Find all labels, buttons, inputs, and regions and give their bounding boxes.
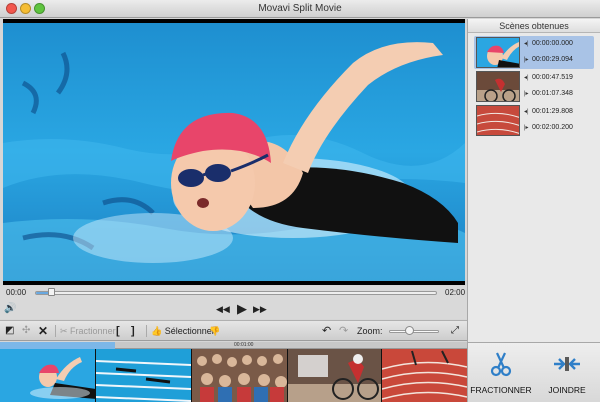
window-title: Movavi Split Movie xyxy=(258,3,342,14)
filmstrip-ruler: 00:01:00 xyxy=(0,342,467,349)
zoom-slider-knob[interactable] xyxy=(405,326,414,335)
edit-icon[interactable]: ◩ xyxy=(5,324,14,338)
scene-start-icon: ◂| xyxy=(524,109,529,115)
mark-out-icon[interactable]: ] xyxy=(131,324,135,338)
title-bar: Movavi Split Movie xyxy=(0,0,600,18)
redo-icon[interactable]: ↷ xyxy=(339,324,348,338)
scenes-panel-header: Scènes obtenues xyxy=(468,19,600,33)
scene-item[interactable]: ◂| 00:00:00.000 |▸ 00:00:29.094 xyxy=(474,36,594,69)
delete-icon[interactable]: ✕ xyxy=(38,324,48,338)
fast-forward-icon[interactable]: ▶▶ xyxy=(253,304,267,315)
split-button-label: Fractionner xyxy=(70,326,116,336)
scissors-icon xyxy=(490,352,512,377)
filmstrip-frame xyxy=(288,349,382,402)
edit-toolbar: ◩ ✣ ✕ ✂ Fractionner [ ] 👍 Sélectionner 👎… xyxy=(0,320,467,341)
ruler-time: 00:01:00 xyxy=(234,342,254,348)
filmstrip-frame xyxy=(382,349,467,402)
separator xyxy=(55,325,56,337)
scenes-panel: Scènes obtenues ◂| 00:00:00.000 |▸ 00:00:2… xyxy=(467,19,600,342)
separator xyxy=(146,325,147,337)
scene-end-time: 00:02:00.200 xyxy=(532,124,573,131)
undo-icon[interactable]: ↶ xyxy=(322,324,331,338)
scene-thumbnail xyxy=(476,71,520,102)
fit-icon[interactable]: ⤢ xyxy=(451,324,459,338)
join-action-label: JOINDRE xyxy=(548,385,586,395)
scene-end-time: 00:01:07.348 xyxy=(532,90,573,97)
split-button[interactable]: ✂ Fractionner xyxy=(60,324,116,338)
join-icon xyxy=(554,357,580,371)
scene-end-icon: |▸ xyxy=(524,125,529,131)
scene-thumbnail xyxy=(476,37,520,68)
timeline: 00:00 02:00 xyxy=(0,286,467,300)
video-preview[interactable] xyxy=(3,19,465,285)
filmstrip-frame xyxy=(192,349,288,402)
timeline-track[interactable] xyxy=(35,291,437,295)
filmstrip-frame xyxy=(96,349,192,402)
rewind-icon[interactable]: ◀◀ xyxy=(216,304,230,315)
scene-start-icon: ◂| xyxy=(524,41,529,47)
zoom-slider[interactable] xyxy=(389,330,439,333)
split-action-label: FRACTIONNER xyxy=(470,385,532,395)
scene-end-icon: |▸ xyxy=(524,91,529,97)
total-time: 02:00 xyxy=(445,288,466,297)
current-time: 00:00 xyxy=(6,288,27,297)
select-button-label: Sélectionner xyxy=(164,326,215,336)
scene-start-time: 00:01:29.808 xyxy=(532,108,573,115)
zoom-label: Zoom: xyxy=(357,326,383,336)
scene-start-time: 00:00:47.519 xyxy=(532,74,573,81)
scene-item[interactable]: ◂| 00:00:47.519 |▸ 00:01:07.348 xyxy=(474,70,594,103)
scene-end-time: 00:00:29.094 xyxy=(532,56,573,63)
mark-in-icon[interactable]: [ xyxy=(116,324,120,338)
video-frame-swimmer xyxy=(3,23,465,281)
split-action-button[interactable]: FRACTIONNER xyxy=(468,343,534,402)
thumbs-down-icon[interactable]: 👎 xyxy=(209,324,220,338)
scene-end-icon: |▸ xyxy=(524,57,529,63)
scene-start-icon: ◂| xyxy=(524,75,529,81)
scene-item[interactable]: ◂| 00:01:29.808 |▸ 00:02:00.200 xyxy=(474,104,594,137)
join-action-button[interactable]: JOINDRE xyxy=(534,343,600,402)
playhead-handle[interactable] xyxy=(48,288,56,296)
volume-icon[interactable]: 🔊 xyxy=(4,303,16,314)
add-marker-icon[interactable]: ✣ xyxy=(22,324,30,338)
play-icon[interactable]: ▶ xyxy=(237,301,247,317)
scene-start-time: 00:00:00.000 xyxy=(532,40,573,47)
scene-thumbnail xyxy=(476,105,520,136)
select-button[interactable]: 👍 Sélectionner xyxy=(151,324,215,338)
filmstrip-frame xyxy=(0,349,96,402)
filmstrip[interactable]: 00:01:00 xyxy=(0,342,467,402)
playback-controls: 🔊 ◀◀ ▶ ▶▶ xyxy=(0,300,467,319)
selected-range xyxy=(0,342,115,349)
action-panel: FRACTIONNER JOINDRE xyxy=(467,342,600,402)
